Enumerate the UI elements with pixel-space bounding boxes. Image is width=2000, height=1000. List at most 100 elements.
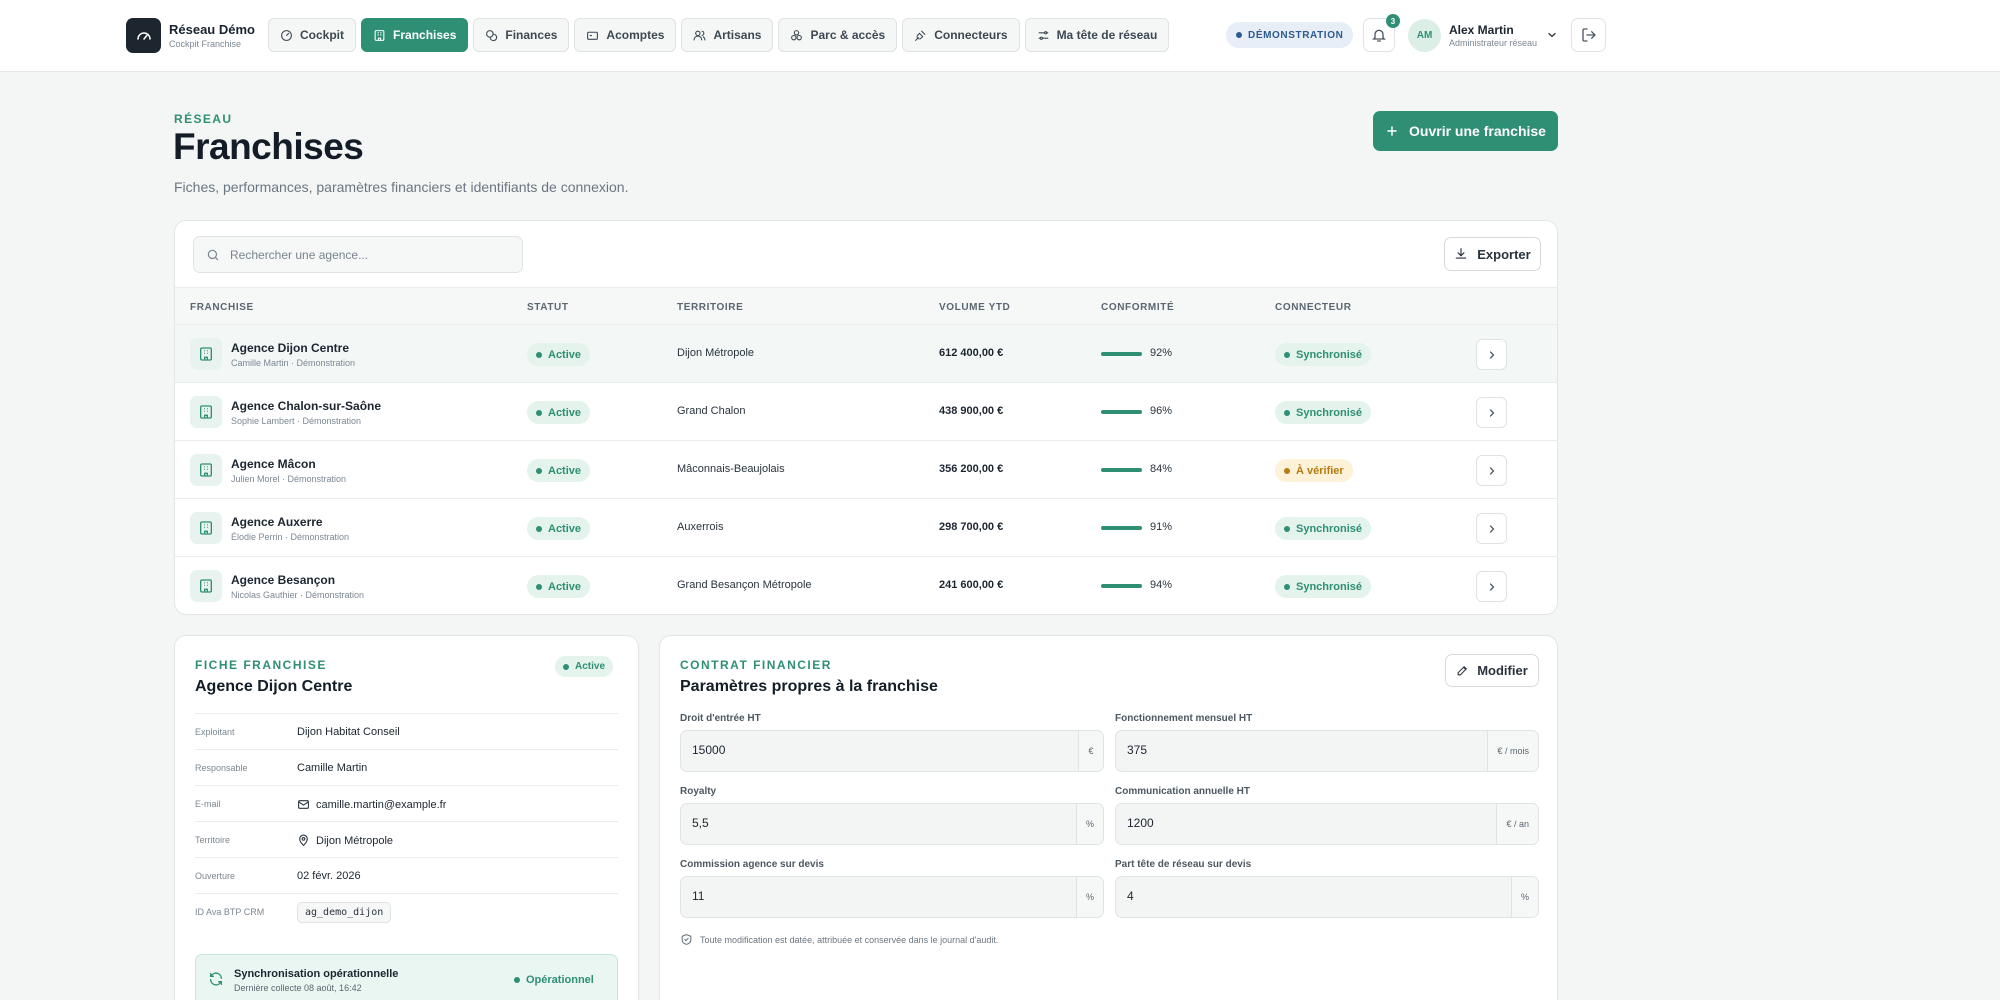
status-label: Active <box>548 464 582 477</box>
wallet-icon <box>586 29 599 42</box>
open-franchise-button[interactable]: Ouvrir une franchise <box>1373 111 1558 151</box>
status-badge: Active <box>527 459 591 482</box>
connector-label: Synchronisé <box>1296 348 1363 361</box>
exploitant-value: Dijon Habitat Conseil <box>297 726 400 738</box>
network-share-input[interactable] <box>1127 889 1427 903</box>
column-header[interactable]: CONFORMITÉ <box>1101 302 1174 313</box>
nav-item-acomptes[interactable]: Acomptes <box>574 18 677 52</box>
column-header[interactable]: STATUT <box>527 302 569 313</box>
field-label: ID Ava BTP CRM <box>195 907 265 917</box>
field-value: 02 févr. 2026 <box>297 870 361 882</box>
card-eyebrow: CONTRAT FINANCIER <box>680 658 832 672</box>
search-input[interactable] <box>230 247 510 262</box>
open-row-button[interactable] <box>1476 339 1507 370</box>
user-name[interactable]: Alex Martin <box>1449 23 1514 37</box>
franchises-table-card: Exporter FRANCHISE STATUT TERRITOIRE VOL… <box>174 220 1558 615</box>
connector-label: Synchronisé <box>1296 522 1363 535</box>
territory-value: Dijon Métropole <box>316 834 394 847</box>
nav-item-connecteurs[interactable]: Connecteurs <box>902 18 1020 52</box>
page-title: Franchises <box>173 126 364 167</box>
territory: Dijon Métropole <box>677 347 755 359</box>
brand-logo[interactable] <box>126 18 161 53</box>
avatar[interactable]: AM <box>1408 19 1441 52</box>
field-label: Droit d'entrée HT <box>680 713 761 724</box>
territory: Mâconnais-Beaujolais <box>677 463 785 475</box>
communication-fee-field[interactable]: € / an <box>1115 803 1539 845</box>
agency-commission-input[interactable] <box>692 889 992 903</box>
plug-icon <box>914 29 927 42</box>
status-badge: Active <box>527 517 591 540</box>
nav-item-label: Acomptes <box>606 28 665 42</box>
entry-fee-field[interactable]: € <box>680 730 1104 772</box>
table-row[interactable]: Agence Dijon Centre Camille Martin · Dém… <box>175 325 1557 383</box>
column-header[interactable]: TERRITOIRE <box>677 302 743 313</box>
column-header[interactable]: VOLUME YTD <box>939 302 1010 313</box>
building-icon <box>190 512 222 544</box>
nav-item-finances[interactable]: Finances <box>473 18 570 52</box>
field-value[interactable]: camille.martin@example.fr <box>297 798 446 811</box>
bell-icon <box>1371 27 1387 43</box>
nav-item-cockpit[interactable]: Cockpit <box>268 18 357 52</box>
agency-commission-field[interactable]: % <box>680 876 1104 918</box>
status-label: Active <box>575 661 606 672</box>
nav-item-artisans[interactable]: Artisans <box>681 18 774 52</box>
table-row[interactable]: Agence Besançon Nicolas Gauthier · Démon… <box>175 557 1557 614</box>
status-label: Active <box>548 522 582 535</box>
monthly-fee-input[interactable] <box>1127 743 1427 757</box>
nav-item-tete-de-reseau[interactable]: Ma tête de réseau <box>1024 18 1170 52</box>
agency-name: Agence Chalon-sur-Saône <box>231 399 382 413</box>
users-icon <box>693 29 706 42</box>
table-row[interactable]: Agence Mâcon Julien Morel · Démonstratio… <box>175 441 1557 499</box>
pencil-icon <box>1456 664 1469 677</box>
export-button[interactable]: Exporter <box>1444 237 1541 271</box>
field-label: Commission agence sur devis <box>680 859 824 870</box>
audit-note-text: Toute modification est datée, attribuée … <box>700 934 999 945</box>
notification-count-badge: 3 <box>1386 14 1400 28</box>
field-label: Responsable <box>195 763 248 773</box>
communication-fee-input[interactable] <box>1127 816 1427 830</box>
network-share-field[interactable]: % <box>1115 876 1539 918</box>
building-icon <box>190 338 222 370</box>
card-eyebrow: FICHE FRANCHISE <box>195 658 327 672</box>
chevron-down-icon[interactable] <box>1546 29 1558 41</box>
sync-status-box: Synchronisation opérationnelle Dernière … <box>195 954 618 1000</box>
volume-ytd: 298 700,00 € <box>939 521 1004 533</box>
building-icon <box>373 29 386 42</box>
logout-button[interactable] <box>1571 18 1606 52</box>
entry-fee-input[interactable] <box>692 743 992 757</box>
table-row[interactable]: Agence Auxerre Élodie Perrin · Démonstra… <box>175 499 1557 557</box>
volume-ytd: 356 200,00 € <box>939 463 1004 475</box>
field-value: Dijon Métropole <box>297 834 393 847</box>
chevron-right-icon <box>1489 350 1494 359</box>
nav-item-franchises[interactable]: Franchises <box>361 18 469 52</box>
search-icon <box>206 248 220 262</box>
connector-badge: Synchronisé <box>1275 517 1372 540</box>
open-row-button[interactable] <box>1476 571 1507 602</box>
nav-item-parc-acces[interactable]: Parc & accès <box>778 18 898 52</box>
monthly-fee-field[interactable]: € / mois <box>1115 730 1539 772</box>
table-row[interactable]: Agence Chalon-sur-Saône Sophie Lambert ·… <box>175 383 1557 441</box>
connector-badge: Synchronisé <box>1275 575 1372 598</box>
gauge-icon <box>280 29 293 42</box>
territory: Grand Besançon Métropole <box>677 579 812 591</box>
chevron-right-icon <box>1489 582 1494 591</box>
search-box[interactable] <box>193 236 523 273</box>
field-value: Camille Martin <box>297 762 367 774</box>
page-eyebrow: RÉSEAU <box>174 112 233 126</box>
connector-label: À vérifier <box>1296 464 1344 477</box>
royalty-field[interactable]: % <box>680 803 1104 845</box>
modify-button[interactable]: Modifier <box>1445 654 1539 687</box>
building-icon <box>190 396 222 428</box>
open-row-button[interactable] <box>1476 513 1507 544</box>
compliance-percent: 96% <box>1150 405 1173 417</box>
sliders-icon <box>1037 29 1050 42</box>
column-header[interactable]: FRANCHISE <box>190 302 254 313</box>
open-row-button[interactable] <box>1476 397 1507 428</box>
status-label: Active <box>548 580 582 593</box>
email-value[interactable]: camille.martin@example.fr <box>316 799 446 811</box>
column-header[interactable]: CONNECTEUR <box>1275 302 1352 313</box>
export-label: Exporter <box>1477 246 1531 262</box>
field-row: Territoire Dijon Métropole <box>195 821 618 857</box>
royalty-input[interactable] <box>692 816 992 830</box>
open-row-button[interactable] <box>1476 455 1507 486</box>
